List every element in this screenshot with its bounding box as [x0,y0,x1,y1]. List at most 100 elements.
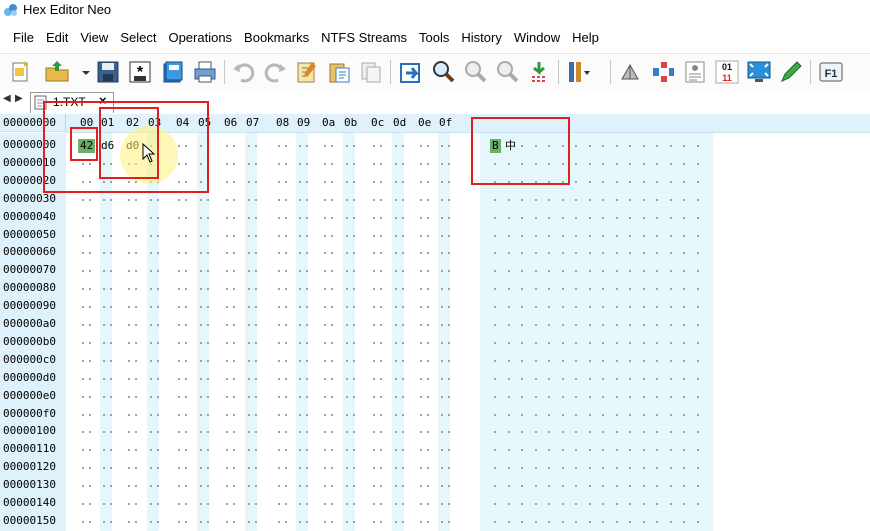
goto-icon[interactable] [398,59,424,85]
empty-byte-dot [226,377,228,380]
empty-byte-dot [299,520,301,523]
empty-char-dot [494,270,496,273]
empty-byte-dot [255,413,257,416]
menu-ntfs-streams[interactable]: NTFS Streams [315,28,413,48]
empty-char-dot [669,234,672,237]
menu-view[interactable]: View [74,28,114,48]
empty-byte-dot [89,377,91,380]
open-file-icon[interactable] [44,59,70,85]
empty-byte-dot [380,359,382,362]
window-title: Hex Editor Neo [23,2,112,17]
empty-char-dot [534,503,537,505]
svg-text:11: 11 [722,73,732,83]
tab-scroll-right-button[interactable]: ▶ [15,93,23,104]
empty-byte-dot [285,341,287,344]
help-f1-icon[interactable]: F1 [818,59,844,85]
undo-icon[interactable] [231,59,257,85]
empty-byte-dot [353,395,355,398]
row-offset: 00000040 [3,209,56,223]
empty-char-dot [548,216,550,219]
empty-byte-dot [248,431,250,434]
empty-byte-dot [299,252,301,255]
empty-char-dot [615,449,618,452]
empty-byte-dot [255,520,257,523]
empty-char-dot [575,413,577,416]
empty-byte-dot [395,467,397,470]
empty-byte-dot [255,162,257,165]
print-icon[interactable] [192,59,218,85]
empty-byte-dot [299,395,301,398]
columns-icon[interactable] [566,59,592,85]
empty-byte-dot [128,216,130,219]
text-pane[interactable]: B中 [480,133,713,531]
empty-byte-dot [248,198,250,201]
structure-icon[interactable] [682,59,708,85]
menu-window[interactable]: Window [508,28,566,48]
menu-tools[interactable]: Tools [413,28,455,48]
menu-select[interactable]: Select [114,28,162,48]
empty-byte-dot [346,198,348,201]
empty-byte-dot [448,377,450,380]
empty-byte-dot [285,216,287,219]
empty-char-dot [656,216,658,219]
empty-byte-dot [185,306,187,309]
replace-icon[interactable] [526,59,552,85]
empty-char-dot [588,234,591,237]
menu-bookmarks[interactable]: Bookmarks [238,28,315,48]
empty-byte-dot [255,324,257,326]
empty-char-dot [696,377,699,380]
find-next-icon[interactable] [462,59,488,85]
save-as-icon[interactable] [160,59,186,85]
empty-byte-dot [103,288,105,291]
empty-byte-dot [299,449,301,452]
empty-byte-dot [353,288,355,291]
empty-byte-dot [427,252,429,255]
fullscreen-icon[interactable] [746,59,772,85]
empty-char-dot [548,341,550,344]
tab-scroll-left-button[interactable]: ◀ [3,93,11,104]
dropdown-arrow-icon[interactable] [73,59,90,85]
pattern-icon[interactable] [650,59,676,85]
empty-byte-dot [331,431,333,434]
menu-edit[interactable]: Edit [40,28,74,48]
empty-char-dot [683,234,685,237]
find-prev-icon[interactable] [494,59,520,85]
empty-char-dot [507,467,510,470]
empty-char-dot [561,198,564,201]
empty-byte-dot [448,180,450,183]
empty-char-dot [602,198,604,201]
empty-byte-dot [248,180,250,183]
empty-byte-dot [278,395,280,398]
empty-char-dot [588,198,591,201]
redo-icon[interactable] [262,59,288,85]
empty-char-dot [669,449,672,452]
save-all-icon[interactable]: * [127,59,153,85]
save-icon[interactable] [95,59,121,85]
binary-icon[interactable]: 01 11 [714,59,740,85]
pen-icon[interactable] [778,59,804,85]
empty-byte-dot [353,216,355,219]
empty-byte-dot [185,234,187,237]
empty-byte-dot [331,520,333,523]
new-file-icon[interactable] [8,59,34,85]
menu-operations[interactable]: Operations [162,28,238,48]
empty-char-dot [683,520,685,523]
empty-char-dot [494,467,496,470]
paste-icon[interactable] [326,59,352,85]
empty-byte-dot [89,413,91,416]
empty-byte-dot [420,324,422,326]
find-icon[interactable] [430,59,456,85]
empty-byte-dot [306,503,308,505]
empty-byte-dot [402,485,404,488]
empty-char-dot [588,162,591,165]
menu-file[interactable]: File [7,28,40,48]
empty-byte-dot [299,341,301,344]
copy-icon[interactable] [358,59,384,85]
menu-help[interactable]: Help [566,28,605,48]
edit-icon[interactable] [294,59,320,85]
empty-byte-dot [135,306,137,309]
empty-byte-dot [185,341,187,344]
empty-byte-dot [395,377,397,380]
menu-history[interactable]: History [455,28,507,48]
compare-icon[interactable] [618,59,644,85]
